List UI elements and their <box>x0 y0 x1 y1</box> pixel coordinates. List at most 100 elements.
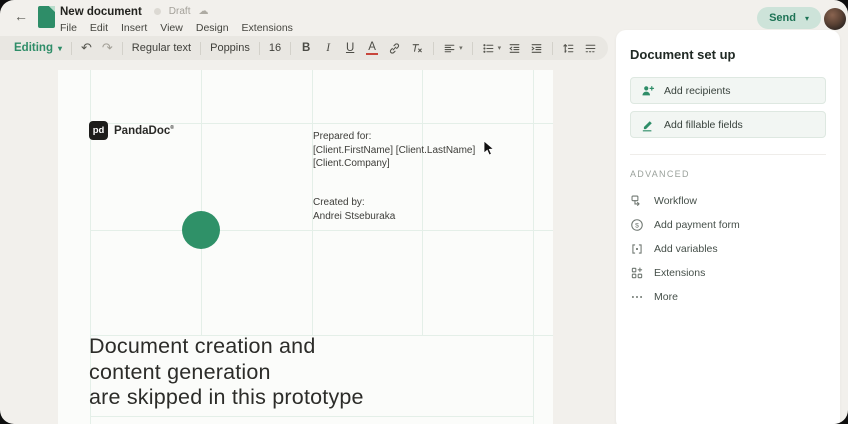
grid-line <box>422 70 423 335</box>
paragraph-spacing-icon[interactable] <box>584 42 597 55</box>
created-by-block[interactable]: Created by: Andrei Stseburaka <box>313 196 395 223</box>
document-title[interactable]: New document <box>60 6 142 18</box>
headline-line-1: Document creation and <box>89 334 364 360</box>
toolbar-divider <box>433 42 434 55</box>
add-fillable-fields-button[interactable]: Add fillable fields <box>630 111 826 138</box>
created-by-label: Created by: <box>313 196 395 210</box>
green-circle-shape[interactable] <box>182 211 220 249</box>
menu-insert[interactable]: Insert <box>121 22 147 34</box>
list-dropdown[interactable]: ▾ <box>482 42 502 55</box>
add-payment-form-label: Add payment form <box>654 219 740 231</box>
pandadoc-logo-text: PandaDoc® <box>114 125 174 137</box>
outdent-icon[interactable] <box>508 42 521 55</box>
workflow-icon <box>630 194 644 208</box>
grid-line <box>90 230 553 231</box>
toolbar-divider <box>290 42 291 55</box>
align-chevron-down-icon: ▾ <box>459 44 463 52</box>
extensions-label: Extensions <box>654 267 705 279</box>
document-page[interactable]: pd PandaDoc® Prepared for: [Client.First… <box>58 70 553 424</box>
menu-bar: File Edit Insert View Design Extensions <box>60 22 293 34</box>
prepared-for-block[interactable]: Prepared for: [Client.FirstName] [Client… <box>313 130 475 171</box>
back-icon[interactable]: ← <box>14 8 28 24</box>
menu-edit[interactable]: Edit <box>90 22 108 34</box>
send-button[interactable]: Send ▾ <box>757 7 821 29</box>
menu-view[interactable]: View <box>160 22 183 34</box>
extensions-icon <box>630 266 644 280</box>
link-icon[interactable] <box>388 42 401 55</box>
prepared-for-label: Prepared for: <box>313 130 475 144</box>
status-dot-icon <box>154 8 161 15</box>
toolbar-divider <box>200 42 201 55</box>
svg-text:$: $ <box>635 222 639 229</box>
client-name-variables: [Client.FirstName] [Client.LastName] <box>313 144 475 158</box>
grid-line <box>201 70 202 335</box>
add-variables-label: Add variables <box>654 243 718 255</box>
send-chevron-down-icon[interactable]: ▾ <box>805 14 809 23</box>
headline-line-3: are skipped in this prototype <box>89 385 364 411</box>
document-setup-panel: Document set up Add recipients Add filla… <box>616 30 840 424</box>
clear-formatting-icon[interactable] <box>411 42 424 55</box>
text-style-dropdown[interactable]: Regular text <box>132 42 191 54</box>
format-group: B I U A <box>300 41 424 55</box>
italic-button[interactable]: I <box>322 42 334 54</box>
editing-mode-label: Editing <box>14 42 53 54</box>
top-bar: ← New document Draft ☁ File Edit Insert … <box>0 0 848 34</box>
underline-button[interactable]: U <box>344 42 356 54</box>
more-item[interactable]: More <box>630 285 826 309</box>
grid-line <box>90 416 533 417</box>
toolbar-divider <box>472 42 473 55</box>
fillable-fields-icon <box>641 118 655 132</box>
add-recipients-label: Add recipients <box>664 85 731 97</box>
author-name: Andrei Stseburaka <box>313 210 395 224</box>
indent-icon[interactable] <box>530 42 543 55</box>
workflow-label: Workflow <box>654 195 697 207</box>
list-chevron-down-icon: ▾ <box>498 44 502 52</box>
advanced-section-label: ADVANCED <box>630 169 826 179</box>
more-label: More <box>654 291 678 303</box>
toolbar-divider <box>71 42 72 55</box>
toolbar-divider <box>552 42 553 55</box>
add-variables-item[interactable]: Add variables <box>630 237 826 261</box>
client-company-variable: [Client.Company] <box>313 157 475 171</box>
editing-mode-dropdown[interactable]: Editing ▾ <box>14 42 62 54</box>
add-recipients-icon <box>641 84 655 98</box>
formatting-toolbar: Editing ▾ ↶ ↷ Regular text Poppins 16 B … <box>0 36 608 60</box>
registered-mark: ® <box>170 125 174 131</box>
font-size-dropdown[interactable]: 16 <box>269 42 281 54</box>
bold-button[interactable]: B <box>300 42 312 54</box>
cloud-saved-icon: ☁ <box>198 7 208 17</box>
text-color-button[interactable]: A <box>366 41 378 55</box>
more-icon <box>630 290 644 304</box>
redo-icon[interactable]: ↷ <box>102 40 113 56</box>
undo-icon[interactable]: ↶ <box>81 40 92 56</box>
editing-chevron-down-icon: ▾ <box>58 44 62 53</box>
add-fillable-fields-label: Add fillable fields <box>664 119 743 131</box>
panel-title: Document set up <box>630 47 826 62</box>
workflow-item[interactable]: Workflow <box>630 189 826 213</box>
pandadoc-logo[interactable]: pd PandaDoc® <box>89 121 174 140</box>
headline-line-2: content generation <box>89 360 364 386</box>
document-icon <box>38 6 55 28</box>
send-label: Send <box>769 12 796 24</box>
panel-divider <box>630 154 826 155</box>
pandadoc-monogram-icon: pd <box>89 121 108 140</box>
toolbar-divider <box>122 42 123 55</box>
menu-extensions[interactable]: Extensions <box>242 22 293 34</box>
toolbar-divider <box>259 42 260 55</box>
line-spacing-icon[interactable] <box>562 42 575 55</box>
headline-text[interactable]: Document creation and content generation… <box>89 334 364 411</box>
mouse-cursor-icon <box>483 141 494 161</box>
user-avatar[interactable] <box>824 8 846 30</box>
add-recipients-button[interactable]: Add recipients <box>630 77 826 104</box>
font-family-dropdown[interactable]: Poppins <box>210 42 250 54</box>
title-area: New document Draft ☁ File Edit Insert Vi… <box>60 5 293 34</box>
payment-icon: $ <box>630 218 644 232</box>
menu-design[interactable]: Design <box>196 22 229 34</box>
menu-file[interactable]: File <box>60 22 77 34</box>
extensions-item[interactable]: Extensions <box>630 261 826 285</box>
app-window: ← New document Draft ☁ File Edit Insert … <box>0 0 848 424</box>
status-badge: Draft <box>169 6 191 17</box>
variables-icon <box>630 242 644 256</box>
align-dropdown[interactable]: ▾ <box>443 42 463 55</box>
add-payment-form-item[interactable]: $ Add payment form <box>630 213 826 237</box>
